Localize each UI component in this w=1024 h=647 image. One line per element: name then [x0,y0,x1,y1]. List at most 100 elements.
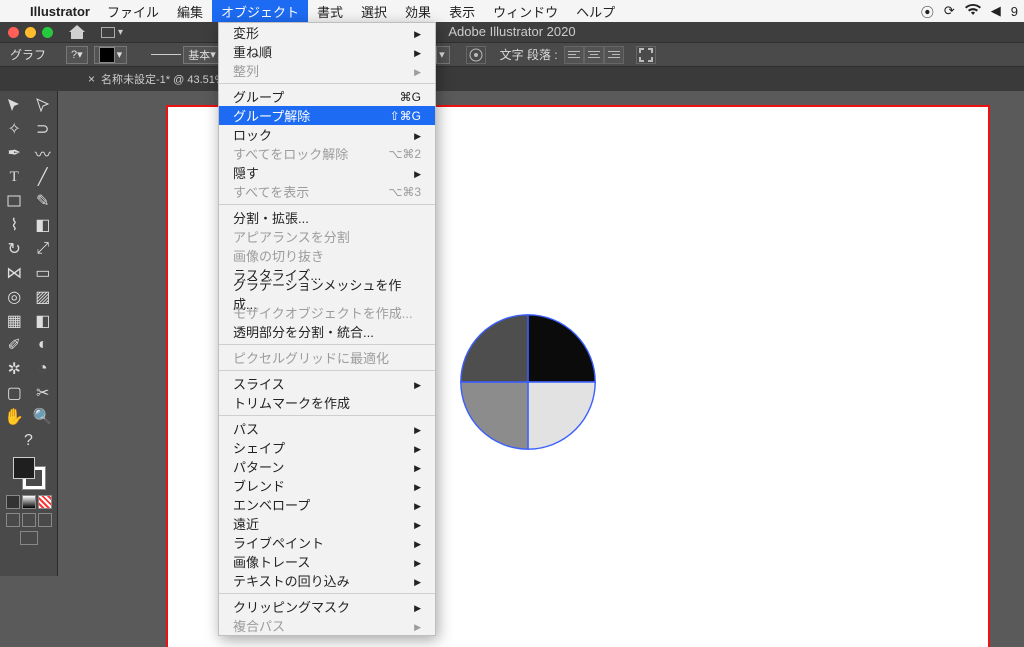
rotate-tool-icon[interactable]: ↻ [0,237,29,261]
align-center-icon[interactable] [584,46,604,64]
menu-item[interactable]: 隠す [219,163,435,182]
zoom-tool-icon[interactable]: 🔍 [29,405,58,429]
shape-builder-icon[interactable]: ◎ [0,285,29,309]
toolbox: ✧⊃ ✒〰 T╱ ✎ ⌇◧ ↻⤢ ⋈▭ ◎▨ ▦◧ ✐◐ ✲◔ ▢✂ ✋🔍 ? [0,91,58,576]
minimize-window[interactable] [25,27,36,38]
menu-item[interactable]: ロック [219,125,435,144]
menu-item[interactable]: ブレンド [219,476,435,495]
menu-item: 整列 [219,61,435,80]
menu-item[interactable]: グラデーションメッシュを作成... [219,284,435,303]
curvature-tool-icon[interactable]: 〰 [29,141,58,165]
menu-item[interactable]: グループ解除⇧⌘G [219,106,435,125]
magic-wand-icon[interactable]: ✧ [0,117,29,141]
eraser-tool-icon[interactable]: ◧ [29,213,58,237]
menu-item[interactable]: スライス [219,374,435,393]
pie-chart[interactable] [458,312,598,452]
object-menu-dropdown[interactable]: 変形重ね順整列グループ⌘Gグループ解除⇧⌘Gロックすべてをロック解除⌥⌘2隠すす… [218,22,436,636]
menu-item[interactable]: 変形 [219,23,435,42]
menu-item[interactable]: シェイプ [219,438,435,457]
blend-tool-icon[interactable]: ◐ [29,333,58,357]
char-para-label: 文字 段落 : [500,46,558,63]
menu-item: 画像の切り抜き [219,246,435,265]
canvas-area[interactable] [58,91,1024,576]
draw-normal-icon[interactable] [6,513,20,527]
menu-help[interactable]: ヘルプ [567,0,624,22]
align-right-icon[interactable] [604,46,624,64]
menu-item: 複合パス [219,616,435,635]
menu-item[interactable]: テキストの回り込み [219,571,435,590]
isolate-icon[interactable] [636,46,656,64]
hand-tool-icon[interactable]: ✋ [0,405,29,429]
home-icon[interactable] [69,25,85,39]
menu-effect[interactable]: 効果 [396,0,440,22]
menu-item[interactable]: ライブペイント [219,533,435,552]
width-tool-icon[interactable]: ⋈ [0,261,29,285]
mesh-tool-icon[interactable]: ▦ [0,309,29,333]
rectangle-tool-icon[interactable] [0,189,29,213]
draw-behind-icon[interactable] [22,513,36,527]
direct-selection-tool-icon[interactable] [29,93,58,117]
screen-mode-icon[interactable] [20,531,38,545]
fill-stroke-control[interactable] [13,457,45,489]
line-tool-icon[interactable]: ╱ [29,165,58,189]
symbol-spray-icon[interactable]: ✲ [0,357,29,381]
menu-file[interactable]: ファイル [98,0,168,22]
brush-def[interactable]: 基本▾ [183,46,221,64]
close-tab-icon[interactable]: × [88,72,95,86]
app-name[interactable]: Illustrator [22,4,98,19]
gradient-mode-icon[interactable] [22,495,36,509]
menu-item[interactable]: 画像トレース [219,552,435,571]
menu-item: モザイクオブジェクトを作成... [219,303,435,322]
pen-tool-icon[interactable]: ✒ [0,141,29,165]
free-transform-icon[interactable]: ▭ [29,261,58,285]
brush-tool-icon[interactable]: ✎ [29,189,58,213]
scale-tool-icon[interactable]: ⤢ [29,237,58,261]
toolbox-help-icon[interactable]: ? [0,429,57,453]
menu-item[interactable]: パターン [219,457,435,476]
fill-swatch-icon[interactable] [13,457,35,479]
mac-menubar: Illustrator ファイル 編集 オブジェクト 書式 選択 効果 表示 ウ… [0,0,1024,22]
menu-select[interactable]: 選択 [352,0,396,22]
zoom-window[interactable] [42,27,53,38]
menu-item[interactable]: パス [219,419,435,438]
shaper-tool-icon[interactable]: ⌇ [0,213,29,237]
draw-inside-icon[interactable] [38,513,52,527]
menu-view[interactable]: 表示 [440,0,484,22]
align-left-icon[interactable] [564,46,584,64]
slice-tool-icon[interactable]: ✂ [29,381,58,405]
help-box[interactable]: ?▾ [66,46,88,64]
gradient-tool-icon[interactable]: ◧ [29,309,58,333]
selection-tool-icon[interactable] [0,93,29,117]
menu-item[interactable]: トリムマークを作成 [219,393,435,412]
record-icon[interactable]: ⦿ [921,2,934,21]
perspective-icon[interactable]: ▨ [29,285,58,309]
menu-item[interactable]: 重ね順 [219,42,435,61]
menu-item[interactable]: グループ⌘G [219,87,435,106]
wifi-icon[interactable] [965,4,981,19]
eyedropper-icon[interactable]: ✐ [0,333,29,357]
sync-icon[interactable]: ⟳ [944,3,955,19]
lasso-icon[interactable]: ⊃ [29,117,58,141]
type-tool-icon[interactable]: T [0,165,29,189]
menu-item[interactable]: クリッピングマスク [219,597,435,616]
menu-item: すべてをロック解除⌥⌘2 [219,144,435,163]
menu-window[interactable]: ウィンドウ [484,0,567,22]
none-mode-icon[interactable] [38,495,52,509]
menu-item[interactable]: 遠近 [219,514,435,533]
menu-item[interactable]: 透明部分を分割・統合... [219,322,435,341]
menu-edit[interactable]: 編集 [168,0,212,22]
menu-type[interactable]: 書式 [308,0,352,22]
artboard-tool-icon[interactable]: ▢ [0,381,29,405]
menu-item[interactable]: エンベロープ [219,495,435,514]
menu-item[interactable]: 分割・拡張... [219,208,435,227]
fill-swatch[interactable]: ▾ [94,46,128,64]
volume-icon[interactable]: ◀ [991,3,1001,19]
menu-item: ピクセルグリッドに最適化 [219,348,435,367]
recolor-art-icon[interactable] [466,46,486,64]
menu-item: アピアランスを分割 [219,227,435,246]
color-mode-icon[interactable] [6,495,20,509]
menu-object[interactable]: オブジェクト [212,0,308,22]
workspace-switcher[interactable]: ▾ [101,27,123,38]
graph-tool-icon[interactable]: ◔ [29,357,58,381]
close-window[interactable] [8,27,19,38]
